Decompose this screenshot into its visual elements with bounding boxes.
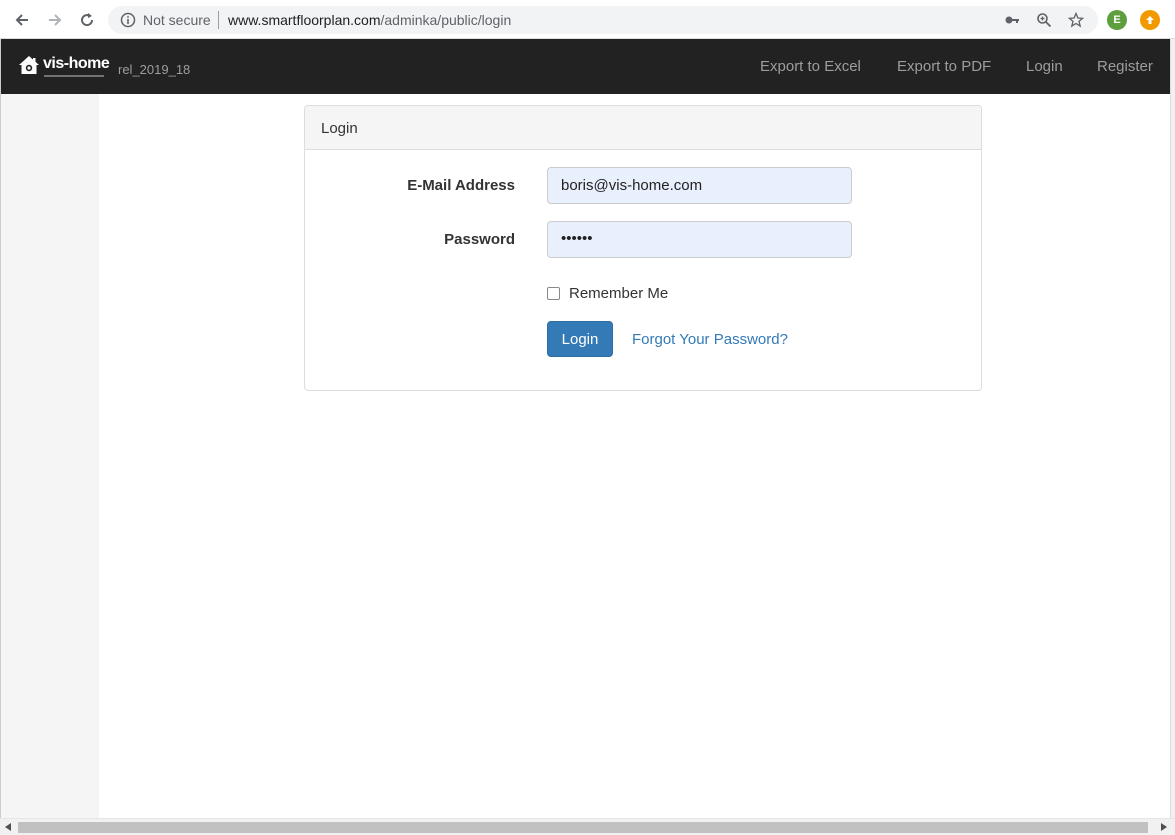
forward-icon[interactable] <box>43 8 67 32</box>
info-icon[interactable] <box>120 12 136 33</box>
scrollbar-thumb[interactable] <box>18 822 1148 833</box>
password-field[interactable]: •••••• <box>547 221 852 258</box>
url-path: /adminka/public/login <box>380 12 512 28</box>
forgot-password-link[interactable]: Forgot Your Password? <box>632 331 788 348</box>
nav-export-excel[interactable]: Export to Excel <box>760 58 861 75</box>
scroll-right-icon[interactable] <box>1161 823 1167 831</box>
brand-name: vis-home <box>43 55 110 72</box>
vertical-scrollbar[interactable] <box>1170 39 1175 819</box>
key-icon[interactable] <box>1003 11 1021 29</box>
bookmark-star-icon[interactable] <box>1067 11 1085 29</box>
release-version: rel_2019_18 <box>118 62 191 77</box>
address-bar[interactable]: Not secure www.smartfloorplan.com/admink… <box>108 6 1098 34</box>
nav-export-pdf[interactable]: Export to PDF <box>897 58 991 75</box>
url-text[interactable]: www.smartfloorplan.com/adminka/public/lo… <box>228 12 511 28</box>
login-panel: Login E-Mail Address Password •••••• Rem… <box>304 105 982 391</box>
url-domain: www.smartfloorplan.com <box>228 12 381 28</box>
brand-logo[interactable]: vis-home <box>18 55 110 77</box>
password-label: Password <box>444 231 515 248</box>
horizontal-scrollbar[interactable] <box>0 818 1175 835</box>
reload-icon[interactable] <box>75 8 99 32</box>
back-icon[interactable] <box>10 8 34 32</box>
remember-me-checkbox[interactable] <box>547 287 560 300</box>
scroll-left-icon[interactable] <box>5 823 11 831</box>
security-label: Not secure <box>143 12 211 28</box>
nav-login[interactable]: Login <box>1026 58 1063 75</box>
email-label: E-Mail Address <box>407 177 515 194</box>
brand-tagline-decoration <box>44 75 104 77</box>
left-sidebar <box>1 94 99 818</box>
extension-icon[interactable] <box>1140 10 1160 30</box>
login-button[interactable]: Login <box>547 321 613 357</box>
browser-toolbar: Not secure www.smartfloorplan.com/admink… <box>0 0 1175 39</box>
email-field[interactable] <box>547 167 852 204</box>
panel-heading: Login <box>305 106 981 150</box>
remember-me-label[interactable]: Remember Me <box>569 285 668 302</box>
zoom-icon[interactable] <box>1035 11 1053 29</box>
profile-avatar[interactable]: E <box>1107 10 1127 30</box>
nav-register[interactable]: Register <box>1097 58 1153 75</box>
top-navbar: vis-home rel_2019_18 Export to Excel Exp… <box>1 39 1170 94</box>
house-icon <box>19 56 39 74</box>
omnibox-divider <box>218 11 219 29</box>
